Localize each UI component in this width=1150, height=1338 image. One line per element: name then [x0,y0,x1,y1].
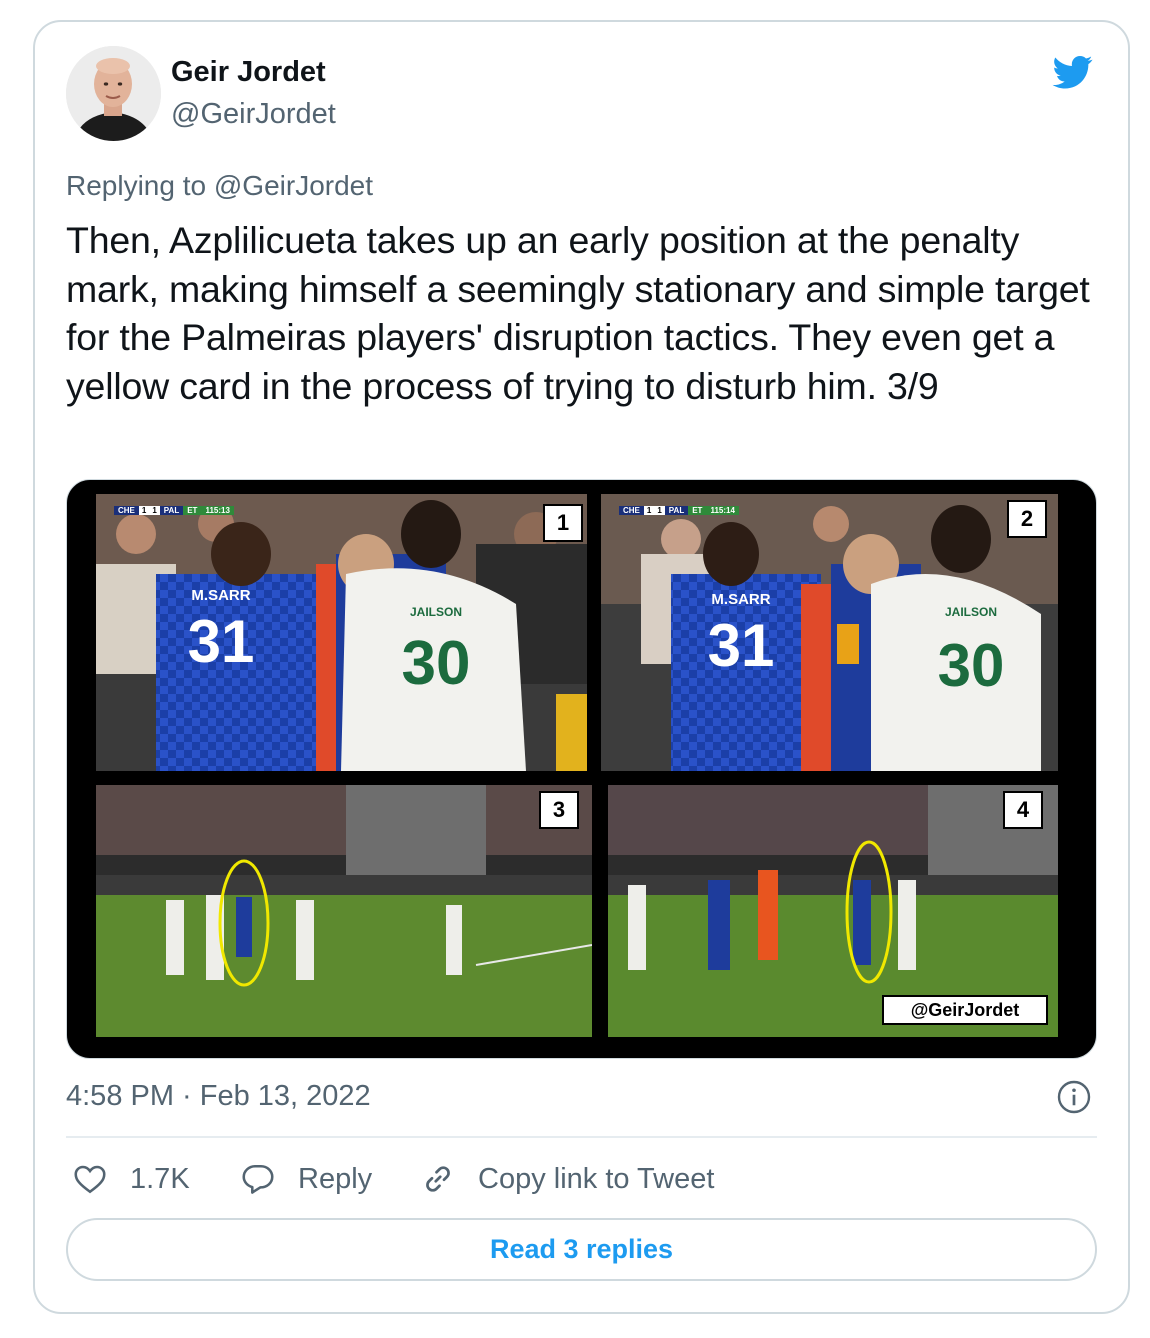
score-clock: 115:13 [201,506,234,515]
reply-prefix: Replying to [66,170,214,201]
copy-link-button[interactable]: Copy link to Tweet [420,1158,714,1200]
tweet-text: Then, Azplilicueta takes up an early pos… [66,219,1090,407]
score-period: ET [688,506,707,515]
reply-label: Reply [298,1162,373,1195]
score-away-goals: 1 [654,506,665,515]
sarr-jersey-number: 31 [708,612,775,679]
media-panel-1: M.SARR 31 JAILSON 30 CHE 1 1 PAL ET 115:13 [96,494,587,771]
jailson-jersey-number: 30 [938,632,1005,699]
like-button[interactable]: 1.7K [72,1158,190,1200]
heart-icon [74,1165,106,1194]
twitter-bird-icon[interactable] [1048,52,1098,92]
sarr-jersey-name: M.SARR [191,587,250,604]
score-home-goals: 1 [138,506,150,515]
jailson-jersey-name: JAILSON [945,605,997,619]
panel-number-badge: 2 [1007,500,1047,538]
score-home: CHE [619,506,644,515]
score-period: ET [183,506,202,515]
reply-mention-link[interactable]: @GeirJordet [214,170,373,201]
score-home-goals: 1 [643,506,655,515]
sarr-jersey-number: 31 [188,608,255,675]
reply-context: Replying to @GeirJordet [66,170,373,202]
reply-button[interactable]: Reply [240,1158,372,1200]
media-panel-3: 3 [96,785,592,1037]
tweet-media[interactable]: M.SARR 31 JAILSON 30 CHE 1 1 PAL ET 115:13 [66,479,1097,1059]
jailson-jersey-number: 30 [402,629,471,698]
scorebug: CHE 1 1 PAL ET 115:14 [619,504,739,517]
scorebug: CHE 1 1 PAL ET 115:13 [114,504,234,517]
panel-number-badge: 3 [539,791,579,829]
tweet-timestamp[interactable]: 4:58 PM · Feb 13, 2022 [66,1080,371,1113]
watermark: @GeirJordet [882,995,1048,1025]
score-away-goals: 1 [149,506,160,515]
like-count: 1.7K [130,1162,190,1195]
avatar[interactable] [66,46,161,141]
media-panel-2: M.SARR 31 JAILSON 30 CHE 1 1 PAL ET 115:14 [601,494,1058,771]
reply-bubble-icon [242,1164,274,1194]
author-handle[interactable]: @GeirJordet [171,98,336,131]
score-clock: 115:14 [706,506,739,515]
copy-link-label: Copy link to Tweet [478,1162,715,1195]
read-replies-button[interactable]: Read 3 replies [66,1218,1097,1281]
link-icon [426,1166,450,1192]
score-home: CHE [114,506,139,515]
panel-number-badge: 1 [543,504,583,542]
info-icon[interactable] [1056,1079,1092,1115]
score-away: PAL [664,506,689,515]
divider [66,1136,1097,1138]
panel-number-badge: 4 [1003,791,1043,829]
score-away: PAL [159,506,184,515]
author-name[interactable]: Geir Jordet [171,56,326,89]
jailson-jersey-name: JAILSON [410,605,462,619]
sarr-jersey-name: M.SARR [711,591,770,608]
